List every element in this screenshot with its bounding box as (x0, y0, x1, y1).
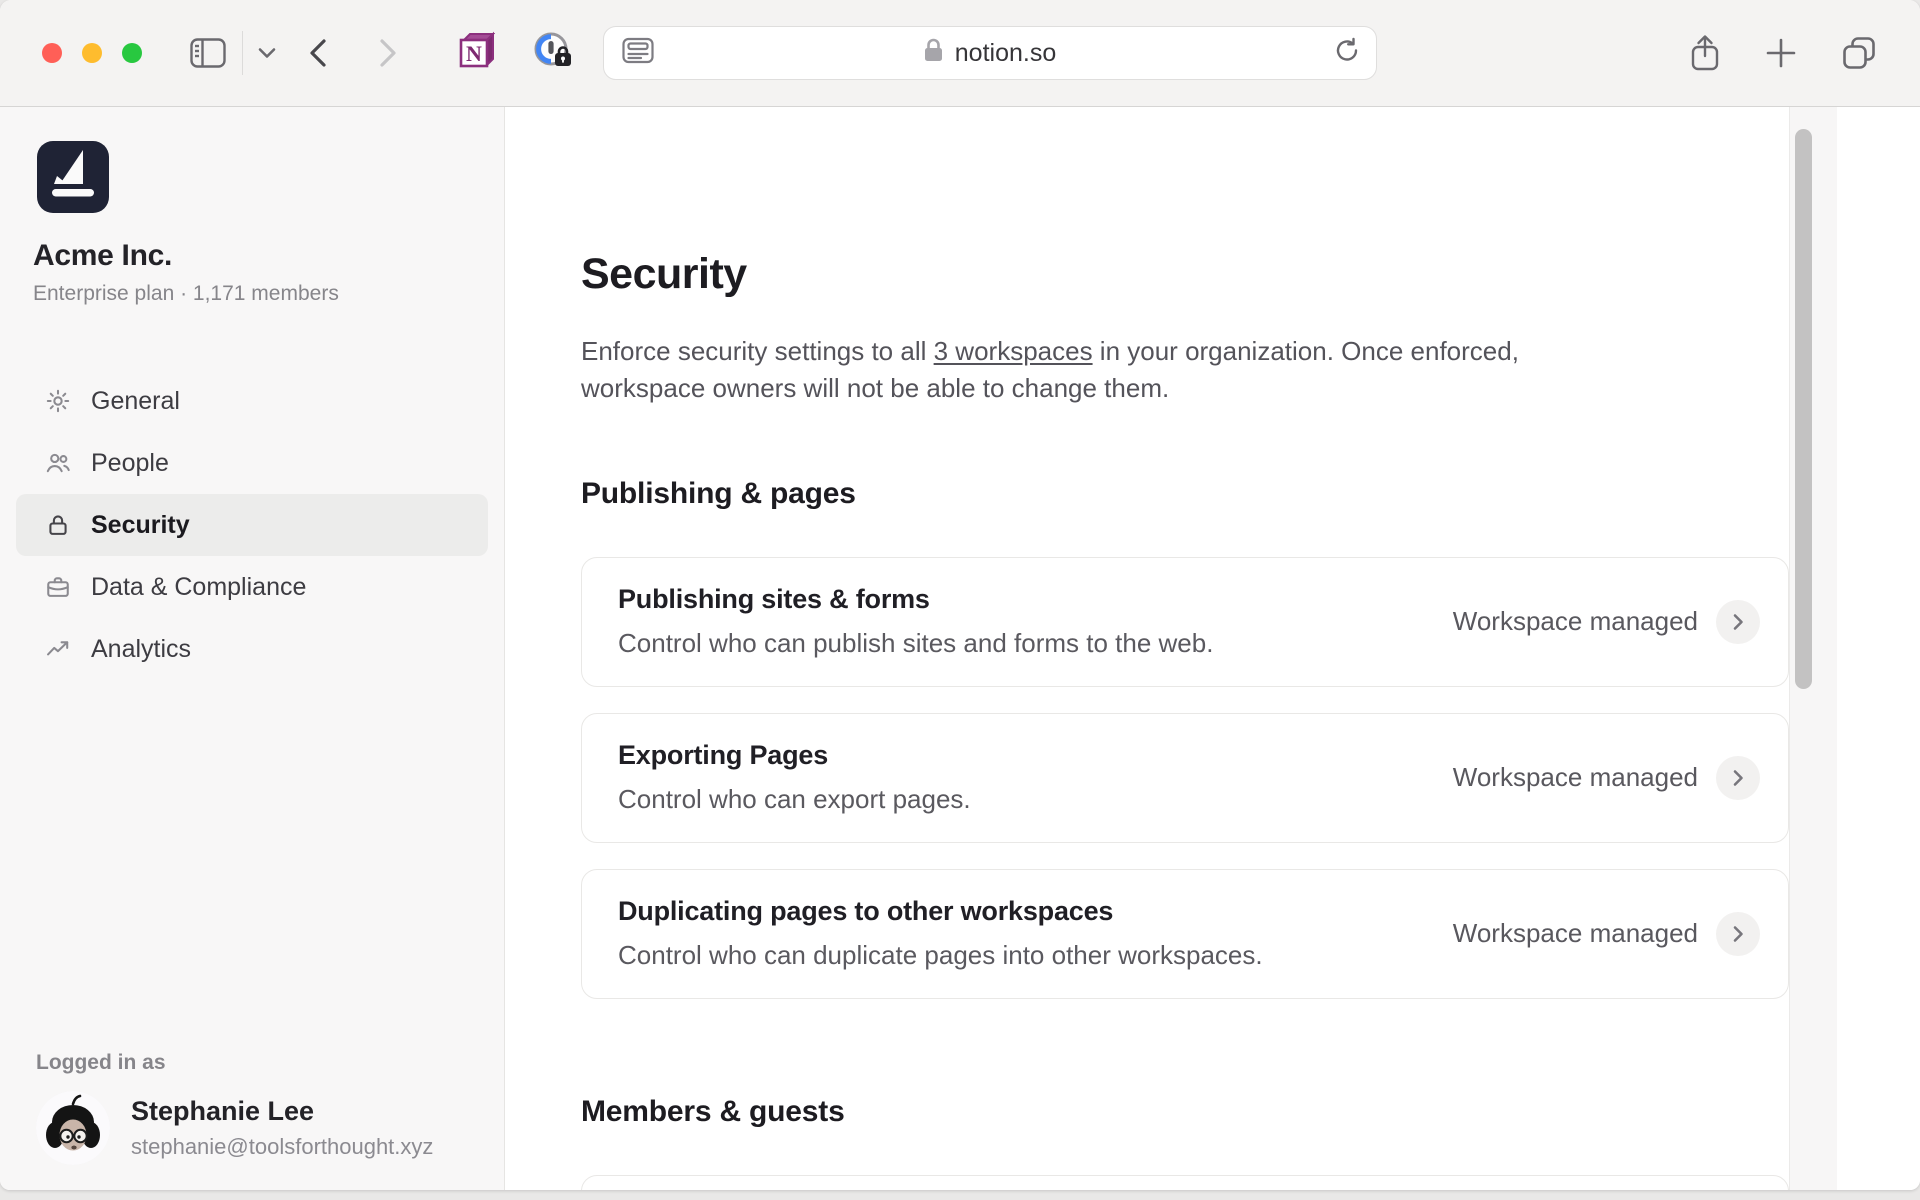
address-bar[interactable]: notion.so (603, 26, 1377, 80)
minimize-window-button[interactable] (82, 43, 102, 63)
publishing-cards: Publishing sites & forms Control who can… (581, 557, 1789, 999)
onepassword-extension-icon[interactable] (533, 31, 573, 76)
url-text: notion.so (955, 39, 1056, 68)
settings-sidebar: Acme Inc. Enterprise plan · 1,171 member… (0, 107, 505, 1190)
new-tab-icon[interactable] (1766, 38, 1796, 68)
people-icon (45, 450, 71, 476)
workspaces-link[interactable]: 3 workspaces (934, 336, 1093, 366)
forward-button[interactable] (377, 37, 399, 69)
chevron-right-icon[interactable] (1716, 912, 1760, 956)
chevron-right-icon[interactable] (1716, 756, 1760, 800)
gear-icon (45, 388, 71, 414)
card-description: Control who can publish sites and forms … (618, 628, 1213, 659)
close-window-button[interactable] (42, 43, 62, 63)
page-settings-icon[interactable] (622, 38, 654, 69)
sidebar-item-general[interactable]: General (16, 370, 488, 432)
sidebar-item-analytics[interactable]: Analytics (16, 618, 488, 680)
description-pre: Enforce security settings to all (581, 336, 934, 366)
sidebar-item-people[interactable]: People (16, 432, 488, 494)
main-content: Security Enforce security settings to al… (505, 107, 1920, 1190)
sidebar-item-security[interactable]: Security (16, 494, 488, 556)
lock-icon (45, 512, 71, 538)
zoom-window-button[interactable] (122, 43, 142, 63)
page-description: Enforce security settings to all 3 works… (581, 333, 1521, 407)
logged-in-as-label: Logged in as (36, 1051, 504, 1075)
card-exporting-pages[interactable]: Exporting Pages Control who can export p… (581, 713, 1789, 843)
svg-text:N: N (466, 41, 482, 66)
org-meta: Enterprise plan · 1,171 members (33, 282, 504, 306)
partial-card[interactable] (581, 1175, 1789, 1190)
section-heading-publishing: Publishing & pages (581, 477, 1789, 511)
card-title: Publishing sites & forms (618, 584, 1213, 615)
org-logo (37, 141, 109, 213)
card-status: Workspace managed (1453, 606, 1698, 637)
card-description: Control who can duplicate pages into oth… (618, 940, 1263, 971)
scrollbar-thumb[interactable] (1795, 129, 1812, 689)
card-title: Exporting Pages (618, 740, 971, 771)
notion-extension-icon[interactable]: N (457, 31, 495, 76)
org-name: Acme Inc. (33, 239, 504, 273)
chevron-right-icon[interactable] (1716, 600, 1760, 644)
traffic-lights (42, 43, 142, 63)
tls-lock-icon (924, 38, 943, 68)
card-title: Duplicating pages to other workspaces (618, 896, 1263, 927)
card-duplicating-pages-to-other-workspaces[interactable]: Duplicating pages to other workspaces Co… (581, 869, 1789, 999)
share-icon[interactable] (1690, 34, 1720, 72)
trending-up-icon (45, 636, 71, 662)
page-title: Security (581, 250, 1789, 299)
briefcase-icon (45, 574, 71, 600)
card-status: Workspace managed (1453, 918, 1698, 949)
card-publishing-sites-forms[interactable]: Publishing sites & forms Control who can… (581, 557, 1789, 687)
card-description: Control who can export pages. (618, 784, 971, 815)
tab-overview-icon[interactable] (1842, 36, 1876, 70)
sailboat-icon (37, 139, 109, 216)
reload-icon[interactable] (1334, 37, 1360, 70)
sidebar-item-data-compliance[interactable]: Data & Compliance (16, 556, 488, 618)
card-status: Workspace managed (1453, 762, 1698, 793)
sidebar-footer: Logged in as (0, 1051, 504, 1165)
avatar (36, 1091, 110, 1165)
chevron-down-icon[interactable] (257, 46, 277, 60)
sidebar-toggle-icon[interactable] (190, 38, 226, 68)
browser-toolbar: N (0, 0, 1920, 107)
settings-nav: General People Security Data & Complianc… (0, 370, 504, 680)
toolbar-divider (242, 31, 243, 75)
safari-window: N (0, 0, 1920, 1190)
user-email: stephanie@toolsforthought.xyz (131, 1134, 433, 1160)
user-name: Stephanie Lee (131, 1096, 433, 1127)
section-heading-members: Members & guests (581, 1095, 1789, 1129)
back-button[interactable] (307, 37, 329, 69)
scrollbar-track[interactable] (1789, 107, 1837, 1190)
